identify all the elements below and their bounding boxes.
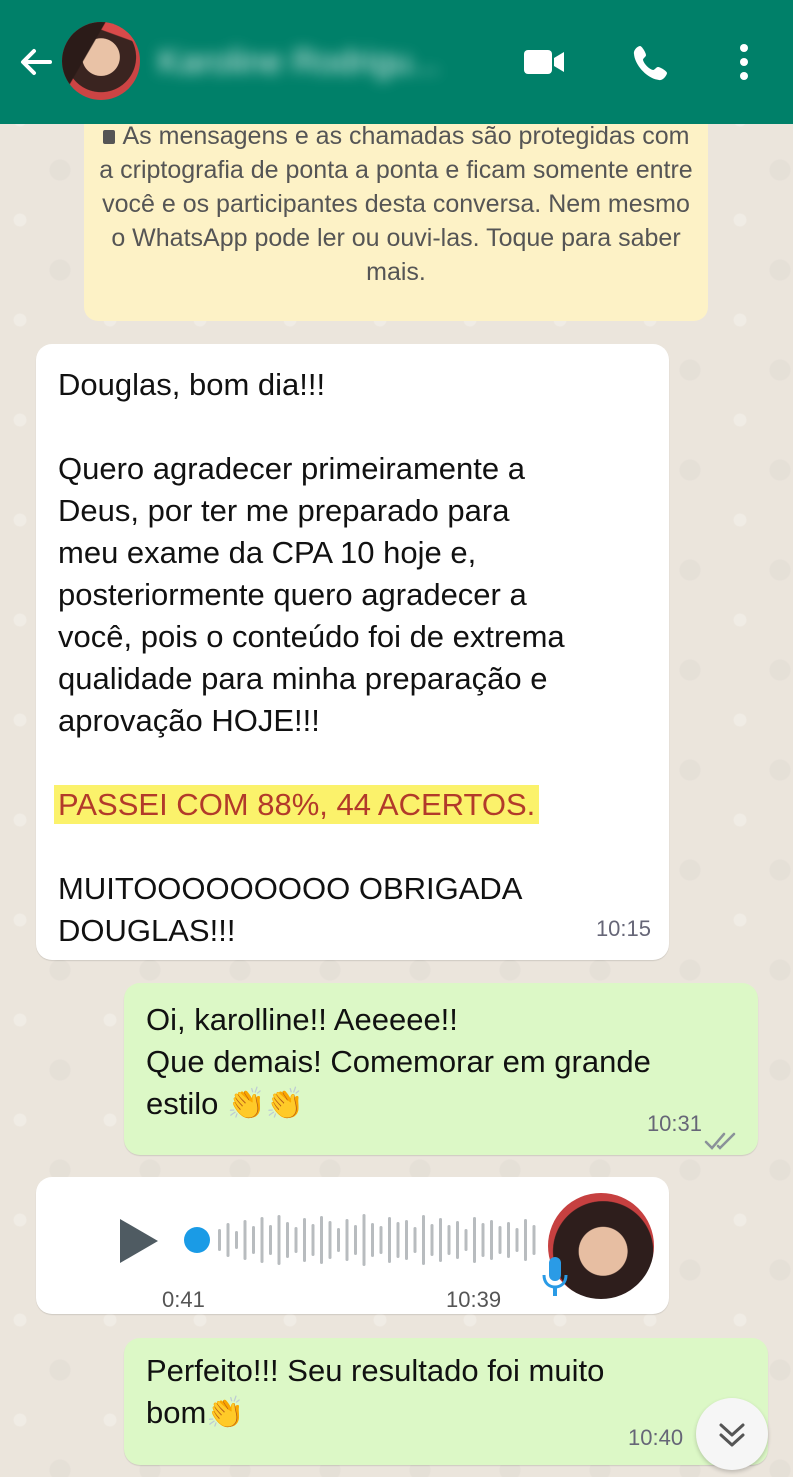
waveform-bar xyxy=(447,1225,451,1255)
outgoing-message[interactable]: Perfeito!!! Seu resultado foi muito bom👏… xyxy=(124,1338,768,1465)
chevron-double-down-icon xyxy=(719,1423,745,1447)
scroll-to-bottom-button[interactable] xyxy=(696,1398,768,1470)
video-call-icon[interactable] xyxy=(520,40,568,84)
waveform-bar xyxy=(226,1223,230,1257)
waveform-bar xyxy=(294,1227,298,1253)
waveform-bar xyxy=(303,1218,306,1262)
back-arrow-icon[interactable] xyxy=(14,40,58,84)
waveform-bar xyxy=(396,1222,400,1258)
chat-header: Karoline Rodrigu... xyxy=(0,0,793,124)
waveform-bar xyxy=(490,1220,493,1260)
message-time: 10:15 xyxy=(595,916,651,941)
lock-icon xyxy=(102,130,115,145)
waveform-bar xyxy=(405,1220,408,1260)
waveform-bar xyxy=(422,1215,425,1265)
message-time: 10:39 xyxy=(446,1287,502,1312)
highlighted-text: PASSEI COM 88%, 44 ACERTOS. xyxy=(54,785,540,824)
waveform-bar xyxy=(328,1221,332,1259)
voice-message[interactable]: 0:41 10:39 xyxy=(36,1177,669,1314)
waveform-bar xyxy=(481,1223,485,1257)
waveform-bar xyxy=(260,1217,264,1263)
play-icon[interactable] xyxy=(114,1213,164,1269)
waveform-bar xyxy=(388,1217,391,1263)
waveform-bar xyxy=(243,1220,247,1260)
waveform-bar xyxy=(413,1227,417,1253)
message-closing: MUITOOOOOOOOO OBRIGADA DOUGLAS!!! xyxy=(58,871,523,948)
outgoing-message[interactable]: Oi, karolline!! Aeeeee!! Que demais! Com… xyxy=(124,983,758,1155)
message-greeting: Douglas, bom dia!!! xyxy=(58,367,326,402)
waveform-bar xyxy=(252,1226,255,1254)
incoming-message[interactable]: Douglas, bom dia!!! Quero agradecer prim… xyxy=(36,344,669,960)
waveform-bar xyxy=(456,1221,459,1259)
waveform-bar xyxy=(362,1214,366,1266)
waveform-bar xyxy=(515,1228,519,1252)
waveform[interactable] xyxy=(214,1209,542,1271)
more-vert-icon[interactable] xyxy=(720,40,768,84)
waveform-bar xyxy=(235,1231,238,1249)
waveform-bar xyxy=(354,1225,357,1255)
waveform-bar xyxy=(430,1224,434,1256)
double-check-icon xyxy=(704,1121,742,1150)
waveform-bar xyxy=(320,1216,323,1264)
waveform-bar xyxy=(507,1222,510,1258)
playback-position-dot[interactable] xyxy=(184,1227,210,1253)
mic-icon xyxy=(540,1255,570,1299)
voice-duration: 0:41 xyxy=(162,1287,205,1312)
waveform-bar xyxy=(439,1218,442,1262)
waveform-bar xyxy=(286,1222,289,1258)
encryption-notice-text: As mensagens e as chamadas são protegida… xyxy=(99,122,693,286)
waveform-bar xyxy=(473,1217,476,1263)
waveform-bar xyxy=(269,1225,272,1255)
waveform-bar xyxy=(337,1228,340,1252)
waveform-bar xyxy=(345,1219,349,1261)
message-body: Quero agradecer primeiramente a Deus, po… xyxy=(58,451,565,738)
waveform-bar xyxy=(464,1229,468,1251)
contact-avatar[interactable] xyxy=(62,22,140,100)
contact-name[interactable]: Karoline Rodrigu... xyxy=(158,40,488,84)
waveform-bar xyxy=(371,1223,374,1257)
waveform-bar xyxy=(277,1215,281,1265)
waveform-bar xyxy=(532,1225,536,1255)
waveform-bar xyxy=(379,1226,383,1254)
waveform-bar xyxy=(498,1226,502,1254)
waveform-bar xyxy=(524,1219,527,1261)
message-time: 10:40 xyxy=(628,1425,684,1450)
message-time: 10:31 xyxy=(646,1111,702,1136)
waveform-bar xyxy=(311,1224,315,1256)
phone-icon[interactable] xyxy=(628,40,676,84)
encryption-notice[interactable]: As mensagens e as chamadas são protegida… xyxy=(84,95,708,321)
waveform-bar xyxy=(218,1229,221,1251)
